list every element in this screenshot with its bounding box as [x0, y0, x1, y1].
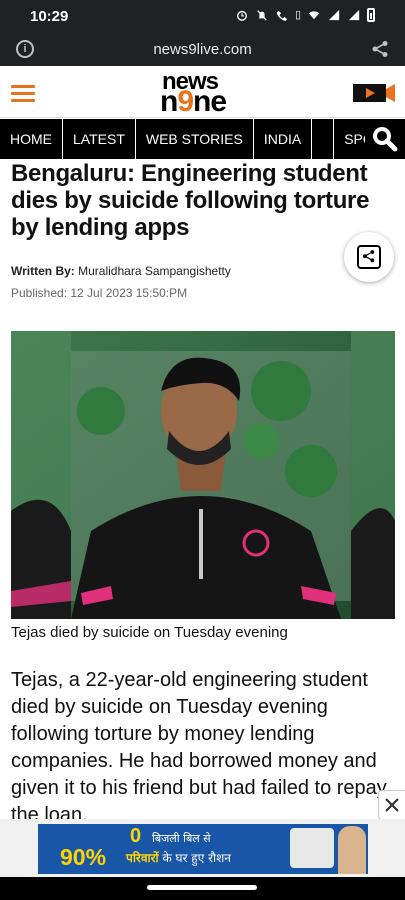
- status-icons: ▯: [235, 7, 375, 23]
- ad-percent: 90%: [60, 844, 107, 870]
- volte-icon: ▯: [294, 9, 301, 21]
- wifi-icon: [308, 11, 320, 20]
- ad-banner[interactable]: 0 बिजली बिल से 90% परिवारों के घर हुए रौ…: [38, 824, 368, 874]
- author-name[interactable]: Muralidhara Sampangishetty: [78, 264, 231, 278]
- menu-icon[interactable]: [11, 85, 35, 103]
- wifi-calling-icon: [276, 10, 288, 21]
- ad-close-button[interactable]: [378, 790, 405, 820]
- nav-item-home[interactable]: HOME: [0, 119, 63, 159]
- ad-line2: परिवारों के घर हुए रौशन: [126, 851, 231, 865]
- main-nav: HOME LATEST WEB STORIES INDIA SPORTS: [0, 119, 405, 159]
- byline: Written By: Muralidhara Sampangishetty: [11, 264, 231, 278]
- ad-person-image: [338, 826, 366, 874]
- nav-item-india[interactable]: INDIA: [254, 119, 313, 159]
- site-logo[interactable]: news n9ne: [160, 68, 250, 118]
- video-icon[interactable]: [353, 83, 395, 103]
- signal-icon: [328, 9, 340, 21]
- site-header: news n9ne: [0, 66, 405, 118]
- home-gesture-bar[interactable]: [147, 885, 257, 890]
- ad-zero: 0: [130, 825, 142, 847]
- status-time: 10:29: [30, 8, 69, 25]
- ad-line1: बिजली बिल से: [152, 832, 211, 845]
- article-body: Tejas, a 22-year-old engineering student…: [11, 669, 387, 819]
- battery-icon: [367, 8, 375, 22]
- byline-label: Written By:: [11, 264, 75, 278]
- share-button[interactable]: [344, 232, 394, 282]
- article-photo: [11, 331, 395, 619]
- search-icon[interactable]: [365, 119, 405, 159]
- share-icon: [357, 245, 381, 269]
- mute-icon: [257, 10, 267, 21]
- alarm-icon: [236, 10, 247, 21]
- status-bar: 10:29 ▯: [0, 0, 405, 33]
- logo-nine-text: n9ne: [160, 85, 227, 118]
- browser-url-bar[interactable]: i news9live.com: [0, 33, 405, 66]
- ad-meter-image: [290, 828, 334, 868]
- photo-caption: Tejas died by suicide on Tuesday evening: [11, 624, 288, 641]
- nav-item-web-stories[interactable]: WEB STORIES: [136, 119, 254, 159]
- close-icon: [385, 798, 399, 812]
- nav-item-blank[interactable]: [312, 119, 335, 159]
- signal-icon: [348, 9, 360, 21]
- system-nav-bar: [0, 877, 405, 900]
- article-headline: Bengaluru: Engineering student dies by s…: [11, 160, 370, 241]
- nav-item-latest[interactable]: LATEST: [63, 119, 136, 159]
- share-icon[interactable]: [371, 40, 389, 58]
- published-date: Published: 12 Jul 2023 15:50:PM: [11, 286, 188, 300]
- article-photo-image: [11, 331, 395, 619]
- url-text[interactable]: news9live.com: [0, 41, 405, 58]
- ad-banner-container: 0 बिजली बिल से 90% परिवारों के घर हुए रौ…: [0, 819, 405, 877]
